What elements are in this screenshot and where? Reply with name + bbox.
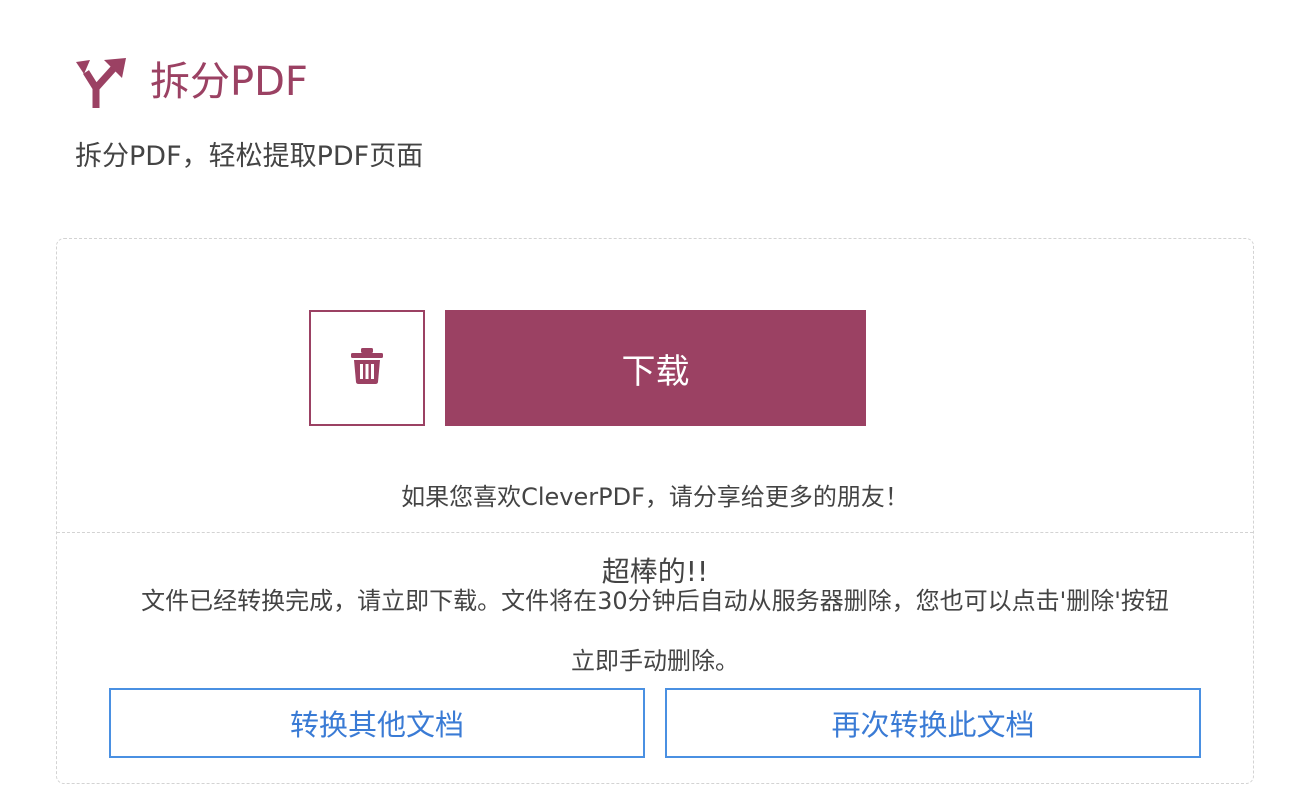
convert-again-button[interactable]: 再次转换此文档 bbox=[665, 688, 1201, 758]
panel-divider bbox=[57, 532, 1253, 533]
page-subtitle: 拆分PDF，轻松提取PDF页面 bbox=[75, 141, 424, 172]
convert-other-button[interactable]: 转换其他文档 bbox=[109, 688, 645, 758]
page-header: 拆分PDF bbox=[74, 50, 308, 114]
trash-icon bbox=[350, 347, 384, 389]
share-message: 如果您喜欢CleverPDF，请分享给更多的朋友！ bbox=[401, 483, 909, 511]
delete-button[interactable] bbox=[309, 310, 425, 426]
result-panel: 下载 如果您喜欢CleverPDF，请分享给更多的朋友！ 超棒的!! 文件已经转… bbox=[56, 238, 1254, 784]
success-message-continued: 立即手动删除。 bbox=[571, 647, 739, 675]
split-arrow-icon bbox=[74, 54, 130, 110]
success-message: 文件已经转换完成，请立即下载。文件将在30分钟后自动从服务器删除，您也可以点击'… bbox=[141, 587, 1169, 615]
success-title: 超棒的!! bbox=[601, 555, 709, 588]
page-title: 拆分PDF bbox=[150, 59, 308, 105]
download-button[interactable]: 下载 bbox=[445, 310, 866, 426]
